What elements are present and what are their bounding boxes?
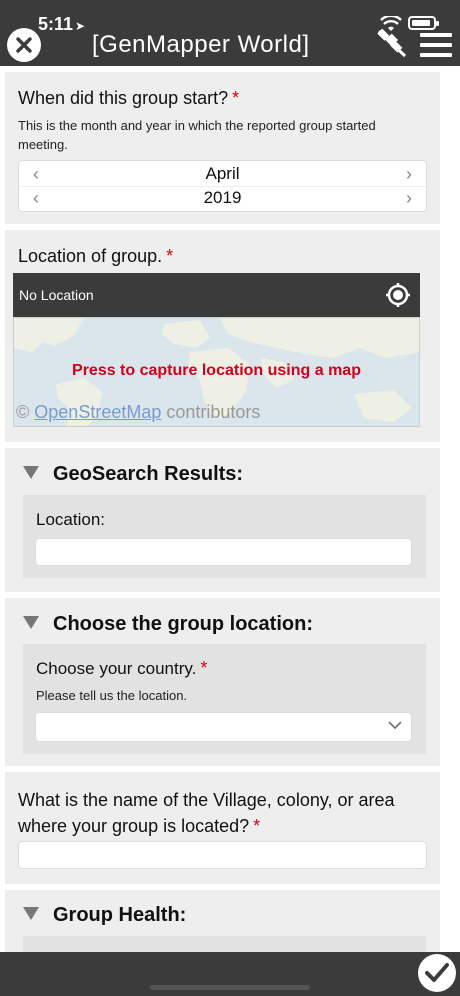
location-question: Location of group. * (18, 246, 173, 267)
chevron-right-icon[interactable]: › (406, 186, 412, 210)
close-button[interactable] (7, 28, 41, 62)
menu-icon[interactable] (420, 33, 452, 57)
country-question: Choose your country. * (36, 658, 207, 679)
country-label: Choose your country. (36, 659, 197, 678)
choose-location-title: Choose the group location: (53, 613, 313, 635)
choose-location-header[interactable]: Choose the group location: (23, 613, 313, 636)
choose-location-panel: Choose your country. * Please tell us the… (23, 644, 426, 754)
group-health-panel (23, 936, 426, 952)
app-title: [GenMapper World] (92, 31, 310, 58)
copyright-symbol: © (16, 402, 30, 422)
month-value: April (205, 164, 240, 183)
geosearch-card: GeoSearch Results: Location: (5, 448, 440, 592)
chevron-left-icon[interactable]: ‹ (33, 162, 39, 186)
group-start-help: This is the month and year in which the … (18, 118, 376, 152)
submit-button[interactable] (418, 954, 456, 992)
status-time-text: 5:11 (38, 14, 74, 34)
village-label: What is the name of the Village, colony,… (18, 790, 395, 836)
satellite-off-icon[interactable] (376, 28, 408, 58)
triangle-down-icon (23, 466, 39, 480)
required-mark: * (200, 658, 208, 678)
date-picker[interactable]: ‹ April › ‹ 2019 › (18, 160, 427, 212)
group-start-card: When did this group start? * This is the … (5, 72, 440, 224)
village-question: What is the name of the Village, colony,… (18, 788, 423, 840)
location-label: Location of group. (18, 246, 163, 266)
status-time: 5:11 ➤ (38, 14, 85, 35)
map-attribution: © OpenStreetMap contributors (16, 402, 260, 423)
openstreetmap-link[interactable]: OpenStreetMap (34, 402, 161, 422)
geosearch-panel: Location: (23, 495, 426, 578)
group-health-title: Group Health: (53, 904, 187, 926)
close-icon (16, 37, 32, 53)
year-picker[interactable]: ‹ 2019 › (19, 186, 426, 210)
triangle-down-icon (23, 616, 39, 630)
geosearch-location-label: Location: (36, 510, 105, 529)
form-content: When did this group start? * This is the … (0, 66, 460, 952)
chevron-right-icon[interactable]: › (406, 162, 412, 186)
village-card: What is the name of the Village, colony,… (5, 772, 440, 884)
locate-icon[interactable] (385, 282, 411, 308)
location-status-text: No Location (19, 287, 94, 303)
geosearch-header[interactable]: GeoSearch Results: (23, 463, 243, 486)
location-arrow-icon: ➤ (75, 19, 86, 33)
group-health-card: Group Health: (5, 890, 440, 952)
country-help: Please tell us the location. (36, 688, 188, 703)
home-indicator (150, 985, 310, 990)
chevron-down-icon (388, 721, 402, 730)
geosearch-location-input[interactable] (35, 538, 412, 566)
group-health-header[interactable]: Group Health: (23, 904, 186, 927)
triangle-down-icon (23, 907, 39, 921)
geosearch-title: GeoSearch Results: (53, 463, 244, 485)
bottom-bar (0, 952, 460, 996)
year-value: 2019 (203, 188, 242, 207)
top-bar: 5:11 ➤ [GenMapper World] (0, 0, 460, 66)
location-status-bar: No Location (13, 273, 420, 317)
battery-icon (408, 16, 439, 30)
month-picker[interactable]: ‹ April › (19, 162, 426, 187)
country-select[interactable] (35, 712, 412, 742)
check-icon (425, 963, 449, 982)
group-start-label: When did this group start? (18, 88, 229, 108)
required-mark: * (253, 816, 261, 836)
chevron-left-icon[interactable]: ‹ (33, 186, 39, 210)
map-capture-prompt[interactable]: Press to capture location using a map (14, 362, 419, 380)
required-mark: * (232, 88, 240, 108)
choose-location-card: Choose the group location: Choose your c… (5, 598, 440, 766)
required-mark: * (166, 246, 174, 266)
attribution-suffix: contributors (166, 402, 261, 422)
village-input[interactable] (18, 841, 427, 869)
location-map[interactable]: Press to capture location using a map © … (13, 317, 420, 427)
group-start-question: When did this group start? * (18, 88, 239, 109)
